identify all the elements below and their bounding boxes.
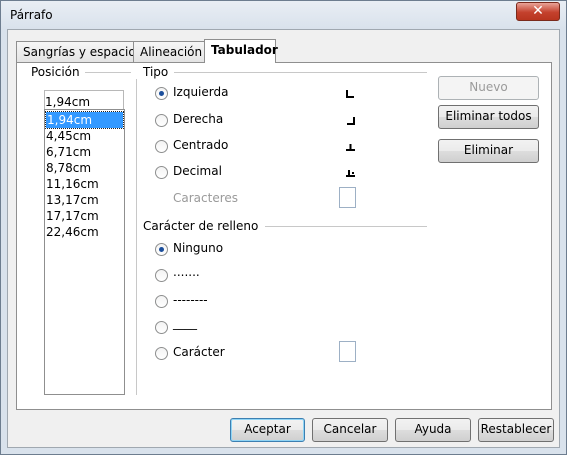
tab-right-icon (347, 117, 355, 125)
list-item[interactable]: 6,71cm (45, 144, 124, 160)
divider (265, 226, 427, 227)
list-item-selected[interactable]: 1,94cm (45, 111, 124, 129)
radio-centrado[interactable] (155, 140, 168, 153)
nuevo-button[interactable]: Nuevo (438, 76, 539, 100)
caracter-input[interactable] (339, 341, 356, 362)
divider (85, 72, 131, 73)
radio-izquierda[interactable] (155, 87, 168, 100)
list-item[interactable]: 13,17cm (45, 192, 124, 208)
paragraph-dialog: Párrafo ✕ Sangrías y espacios Alineación… (0, 0, 567, 455)
vertical-divider (136, 79, 137, 395)
tab-sangrias-y-espacios[interactable]: Sangrías y espacios (16, 41, 142, 62)
radio-subrayado[interactable] (155, 321, 168, 334)
caracteres-input[interactable] (339, 187, 356, 208)
dialog-client-area: Sangrías y espacios Alineación Tabulador… (7, 29, 560, 448)
radio-decimal[interactable] (155, 166, 168, 179)
tab-tabulador[interactable]: Tabulador (204, 39, 278, 63)
eliminar-todos-button[interactable]: Eliminar todos (438, 105, 539, 129)
radio-label-centrado[interactable]: Centrado (173, 138, 228, 152)
close-icon: ✕ (532, 3, 544, 19)
ayuda-button[interactable]: Ayuda (395, 418, 471, 442)
caracteres-label: Caracteres (173, 191, 239, 205)
radio-label-ninguno[interactable]: Ninguno (173, 241, 223, 255)
list-item[interactable]: 17,17cm (45, 208, 124, 224)
radio-label-derecha[interactable]: Derecha (173, 112, 223, 126)
eliminar-button[interactable]: Eliminar (438, 139, 539, 163)
close-button[interactable]: ✕ (516, 2, 560, 21)
list-item[interactable]: 4,45cm (45, 128, 124, 144)
cancelar-button[interactable]: Cancelar (312, 418, 388, 442)
position-input[interactable] (44, 90, 124, 110)
radio-label-caracter[interactable]: Carácter (173, 345, 225, 359)
tab-alineacion[interactable]: Alineación (133, 41, 205, 62)
position-list[interactable]: 1,94cm 4,45cm 6,71cm 8,78cm 11,16cm 13,1… (44, 109, 125, 395)
radio-label-decimal[interactable]: Decimal (173, 164, 222, 178)
radio-label-guiones[interactable]: -------- (173, 293, 208, 307)
aceptar-button[interactable]: Aceptar (230, 418, 305, 442)
radio-guiones[interactable] (155, 295, 168, 308)
tab-center-icon (346, 144, 355, 151)
divider (174, 72, 427, 73)
radio-derecha[interactable] (155, 114, 168, 127)
radio-caracter[interactable] (155, 347, 168, 360)
radio-puntos[interactable] (155, 269, 168, 282)
tab-panel: Posición 1,94cm 4,45cm 6,71cm 8,78cm 11,… (16, 62, 552, 410)
list-item[interactable]: 11,16cm (45, 176, 124, 192)
tab-left-icon (346, 90, 354, 98)
list-item[interactable]: 22,46cm (45, 224, 124, 240)
tipo-section-label: Tipo (143, 65, 173, 79)
radio-ninguno[interactable] (155, 243, 168, 256)
position-section-label: Posición (31, 65, 84, 79)
radio-label-puntos[interactable]: ....... (173, 265, 200, 279)
list-item[interactable]: 8,78cm (45, 160, 124, 176)
radio-label-subrayado[interactable]: ____ (173, 316, 197, 330)
relleno-section-label: Carácter de relleno (143, 219, 263, 233)
title-bar[interactable]: Párrafo ✕ (1, 1, 566, 29)
radio-label-izquierda[interactable]: Izquierda (173, 85, 228, 99)
window-title: Párrafo (10, 8, 53, 22)
restablecer-button[interactable]: Restablecer (478, 418, 554, 442)
tab-decimal-icon (346, 170, 355, 177)
